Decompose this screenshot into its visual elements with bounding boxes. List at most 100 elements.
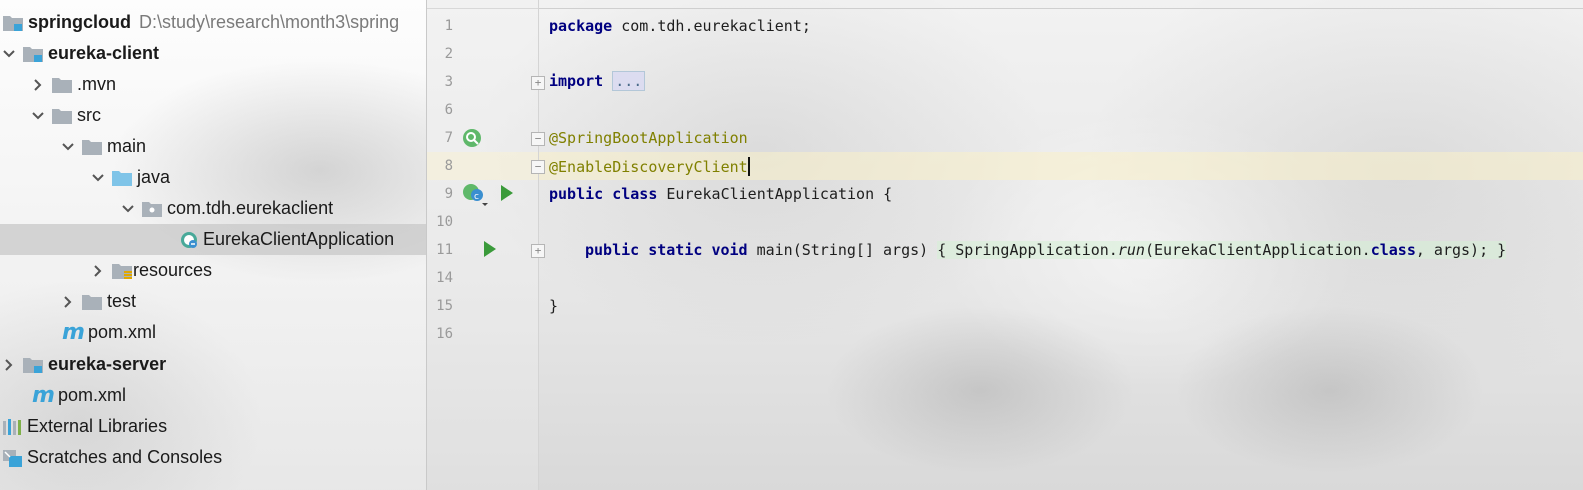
editor-tab-strip [427,0,1583,9]
module-folder-icon [2,13,24,33]
tree-item-label: pom.xml [88,322,157,342]
code-line-1[interactable]: package com.tdh.eurekaclient; [549,17,811,35]
tree-item-label: Scratches and Consoles [27,447,223,467]
chevron-down-icon[interactable] [61,140,75,154]
maven-icon: m [62,319,85,345]
tree-item-label: src [77,105,101,125]
tree-item-test[interactable]: test [0,286,487,317]
tree-item-label: main [107,136,147,156]
tree-item-label: java [137,167,171,187]
line-number: 14 [436,270,453,286]
code-text: main(String[] args) [747,241,938,259]
folder-icon [51,75,73,95]
code-line-11[interactable]: public static void main(String[] args) {… [585,241,1507,259]
folder-icon [81,137,103,157]
folded-method-body[interactable]: { SpringApplication.run(EurekaClientAppl… [937,241,1507,259]
line-number: 9 [444,186,453,202]
code-line-8[interactable]: @EnableDiscoveryClient [549,157,750,176]
line-number: 15 [436,298,453,314]
spring-boot-class-icon [179,230,201,250]
chevron-right-icon[interactable] [2,358,16,372]
code-editor[interactable]: 1 2 3 6 7 8 9 10 11 14 15 16 c + − − + p… [427,0,1583,490]
tree-item-src[interactable]: src [0,100,457,131]
keyword: class [1370,241,1416,259]
keyword: void [711,241,748,259]
code-text: EurekaClientApplication { [657,185,893,203]
code-line-3[interactable]: import ... [549,71,646,91]
fold-expand-icon[interactable]: + [531,244,545,258]
tree-item-label: .mvn [77,74,117,94]
chevron-right-icon[interactable] [61,295,75,309]
tree-item-label: eureka-server [48,354,167,374]
tree-root-path: D:\study\research\month3\spring [139,12,400,32]
text-cursor [747,157,750,176]
class-badge: c [474,192,479,202]
tree-item-external-libraries[interactable]: External Libraries [0,411,426,442]
package-icon [141,199,163,219]
line-number: 16 [436,326,453,342]
module-folder-icon [22,355,44,375]
tree-item-eureka-client-application[interactable]: EurekaClientApplication [0,224,426,255]
folder-icon [81,292,103,312]
module-folder-icon [22,44,44,64]
fold-expand-icon[interactable]: + [531,76,545,90]
line-number: 6 [444,102,453,118]
resources-folder-icon [111,261,133,281]
chevron-right-icon[interactable] [31,78,45,92]
line-number: 1 [444,18,453,34]
chevron-down-icon[interactable] [121,202,135,216]
tree-root-label: springcloud [28,12,131,32]
run-icon[interactable] [483,240,497,263]
tree-item-mvn[interactable]: .mvn [0,69,457,100]
keyword: import [549,72,604,90]
tree-item-scratches[interactable]: Scratches and Consoles [0,442,426,473]
code-line-9[interactable]: public class EurekaClientApplication { [549,185,892,203]
source-folder-icon [111,168,133,188]
tree-item-label: resources [133,260,213,280]
keyword: static [648,241,703,259]
line-number: 3 [444,74,453,90]
folded-imports[interactable]: ... [612,71,646,91]
run-icon[interactable] [500,184,514,207]
code-text: { SpringApplication. [937,241,1118,259]
code-text: , args); } [1415,241,1507,259]
chevron-down-icon[interactable] [91,171,105,185]
tree-item-label: eureka-client [48,43,160,63]
project-tree: springcloud D:\study\research\month3\spr… [0,0,426,490]
tree-item-client-pom[interactable]: m pom.xml [0,317,482,348]
tree-item-eureka-client[interactable]: eureka-client [0,38,428,69]
chevron-down-icon[interactable] [31,109,45,123]
code-text: (EurekaClientApplication. [1144,241,1371,259]
method-call: run [1117,241,1145,259]
annotation: @EnableDiscoveryClient [549,158,748,176]
line-number: 2 [444,46,453,62]
tree-item-label: External Libraries [27,416,168,436]
maven-icon: m [32,382,55,408]
fold-collapse-icon[interactable]: − [531,160,545,174]
tree-item-main[interactable]: main [0,131,487,162]
code-line-7[interactable]: @SpringBootApplication [549,129,748,147]
keyword: public [585,241,640,259]
tree-item-eureka-server[interactable]: eureka-server [0,349,428,380]
tree-item-label: test [107,291,137,311]
chevron-right-icon[interactable] [91,264,105,278]
keyword: package [549,17,613,35]
spring-bean-icon[interactable] [461,127,483,154]
tree-root[interactable]: springcloud D:\study\research\month3\spr… [0,7,426,38]
chevron-down-icon[interactable] [2,47,16,61]
code-line-15[interactable]: } [549,297,558,315]
tree-item-label: EurekaClientApplication [203,229,395,249]
line-number: 10 [436,214,453,230]
keyword: public [549,185,604,203]
spring-bean-class-icon[interactable]: c [461,183,491,214]
line-number: 8 [444,158,453,174]
keyword: class [612,185,658,203]
folder-icon [51,106,73,126]
fold-collapse-icon[interactable]: − [531,132,545,146]
tree-item-label: pom.xml [58,385,127,405]
tree-item-root-pom[interactable]: m pom.xml [0,380,452,411]
code-text: com.tdh.eurekaclient; [612,17,811,35]
tree-item-label: com.tdh.eurekaclient [167,198,334,218]
libraries-icon [2,417,24,437]
line-number: 7 [444,130,453,146]
